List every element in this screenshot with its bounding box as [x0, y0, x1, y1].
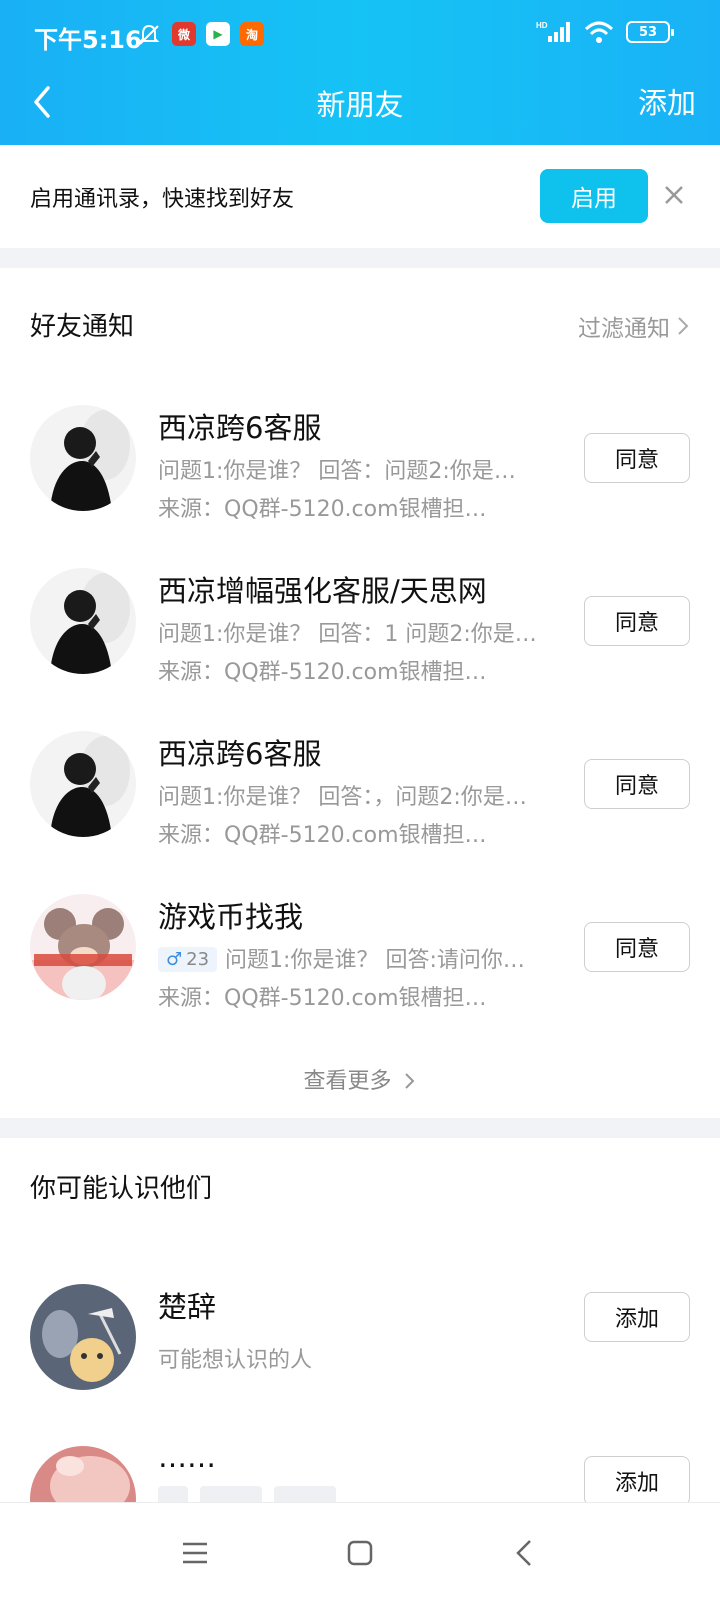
profile-tag: [274, 1486, 336, 1502]
filter-notices-label: 过滤通知: [578, 316, 670, 342]
friend-notices-title: 好友通知: [30, 312, 135, 342]
play-store-icon: ▶: [206, 22, 230, 46]
weibo-app-icon: 微: [172, 22, 196, 46]
avatar[interactable]: [30, 894, 136, 1000]
suggested-person-row[interactable]: 楚辞 可能想认识的人 添加: [0, 1284, 720, 1450]
nav-bar: 新朋友 添加: [0, 70, 720, 145]
suggestion-reason: 可能想认识的人: [158, 1348, 313, 1373]
view-more-label: 查看更多: [303, 1069, 392, 1094]
male-icon: ♂: [166, 949, 183, 970]
verification-answer: 问题1:你是谁？ 回答:请问你…: [225, 948, 525, 973]
filter-notices-link[interactable]: 过滤通知: [578, 309, 690, 343]
gender-age-tag: ♂ 23: [158, 947, 218, 972]
section-divider: [0, 1118, 720, 1138]
profile-tag: [200, 1486, 262, 1502]
suggested-name: ……: [158, 1446, 216, 1474]
avatar-image: [30, 731, 136, 837]
avatar-image: [30, 894, 136, 1000]
chevron-right-icon: [678, 317, 689, 335]
signal-icon: HD: [536, 21, 570, 42]
notification-app-icons: 微 ▶ 淘: [172, 22, 264, 46]
request-source: 来源：QQ群-5120.com银槽担…: [158, 823, 487, 848]
menu-icon[interactable]: [175, 1533, 215, 1573]
requester-name: 西凉跨6客服: [158, 411, 322, 445]
friend-request-row[interactable]: 游戏币找我 ♂ 23 问题1:你是谁？ 回答:请问你… 来源：QQ群-5120.…: [0, 894, 720, 1060]
back-nav-icon[interactable]: [505, 1533, 545, 1573]
profile-tags: [158, 1486, 336, 1502]
request-source: 来源：QQ群-5120.com银槽担…: [158, 497, 487, 522]
view-more-link[interactable]: 查看更多: [0, 1063, 720, 1095]
avatar[interactable]: [30, 568, 136, 674]
avatar[interactable]: [30, 1446, 136, 1502]
contacts-banner: 启用通讯录，快速找到好友 启用: [0, 145, 720, 248]
friend-request-row[interactable]: 西凉跨6客服 问题1:你是谁？ 回答：，问题2:你是… 来源：QQ群-5120.…: [0, 731, 720, 897]
page-title: 新朋友: [316, 88, 404, 122]
battery-indicator: 53: [626, 21, 674, 43]
age-label: 23: [186, 949, 210, 970]
requester-name: 游戏币找我: [158, 900, 304, 934]
status-bar: 下午5:16 微 ▶ 淘 HD 53: [0, 0, 720, 70]
requester-name: 西凉增幅强化客服/天思网: [158, 574, 487, 608]
request-source: 来源：QQ群-5120.com银槽担…: [158, 660, 487, 685]
verification-answer: 问题1:你是谁？ 回答：，问题2:你是…: [158, 785, 527, 810]
taobao-app-icon: 淘: [240, 22, 264, 46]
banner-text: 启用通讯录，快速找到好友: [30, 187, 295, 212]
avatar[interactable]: [30, 1284, 136, 1390]
avatar[interactable]: [30, 405, 136, 511]
request-source: 来源：QQ群-5120.com银槽担…: [158, 986, 487, 1011]
mute-bell-icon: [138, 24, 160, 45]
friend-request-row[interactable]: 西凉跨6客服 问题1:你是谁？ 回答：问题2:你是… 来源：QQ群-5120.c…: [0, 405, 720, 571]
wifi-icon: [584, 21, 614, 43]
avatar[interactable]: [30, 731, 136, 837]
chevron-right-icon: [404, 1073, 414, 1089]
profile-tag: [158, 1486, 188, 1502]
add-button[interactable]: 添加: [584, 1456, 690, 1502]
network-type-label: HD: [536, 21, 548, 30]
agree-button[interactable]: 同意: [584, 922, 690, 972]
agree-button[interactable]: 同意: [584, 596, 690, 646]
avatar-image: [30, 405, 136, 511]
app-header: 下午5:16 微 ▶ 淘 HD 53 新朋友 添加: [0, 0, 720, 145]
home-icon[interactable]: [340, 1533, 380, 1573]
agree-button[interactable]: 同意: [584, 433, 690, 483]
avatar-image: [30, 1284, 136, 1390]
close-icon[interactable]: [660, 181, 688, 209]
enable-contacts-button[interactable]: 启用: [540, 169, 648, 223]
section-divider: [0, 248, 720, 268]
suggestions-title: 你可能认识他们: [30, 1174, 213, 1204]
avatar-image: [30, 1446, 136, 1502]
agree-button[interactable]: 同意: [584, 759, 690, 809]
verification-answer: 问题1:你是谁？ 回答：问题2:你是…: [158, 459, 516, 484]
avatar-image: [30, 568, 136, 674]
friend-request-row[interactable]: 西凉增幅强化客服/天思网 问题1:你是谁？ 回答：1 问题2:你是… 来源：QQ…: [0, 568, 720, 734]
add-friend-button[interactable]: 添加: [638, 80, 696, 122]
system-status-icons: HD 53: [536, 20, 674, 44]
status-time: 下午5:16: [34, 26, 142, 54]
add-button[interactable]: 添加: [584, 1292, 690, 1342]
system-navigation-bar: [0, 1502, 720, 1600]
verification-answer: 问题1:你是谁？ 回答：1 问题2:你是…: [158, 622, 537, 647]
requester-name: 西凉跨6客服: [158, 737, 322, 771]
suggested-name: 楚辞: [158, 1290, 217, 1324]
verification-answer-line: ♂ 23 问题1:你是谁？ 回答:请问你…: [158, 942, 554, 974]
suggested-person-row[interactable]: …… 添加: [0, 1446, 720, 1502]
